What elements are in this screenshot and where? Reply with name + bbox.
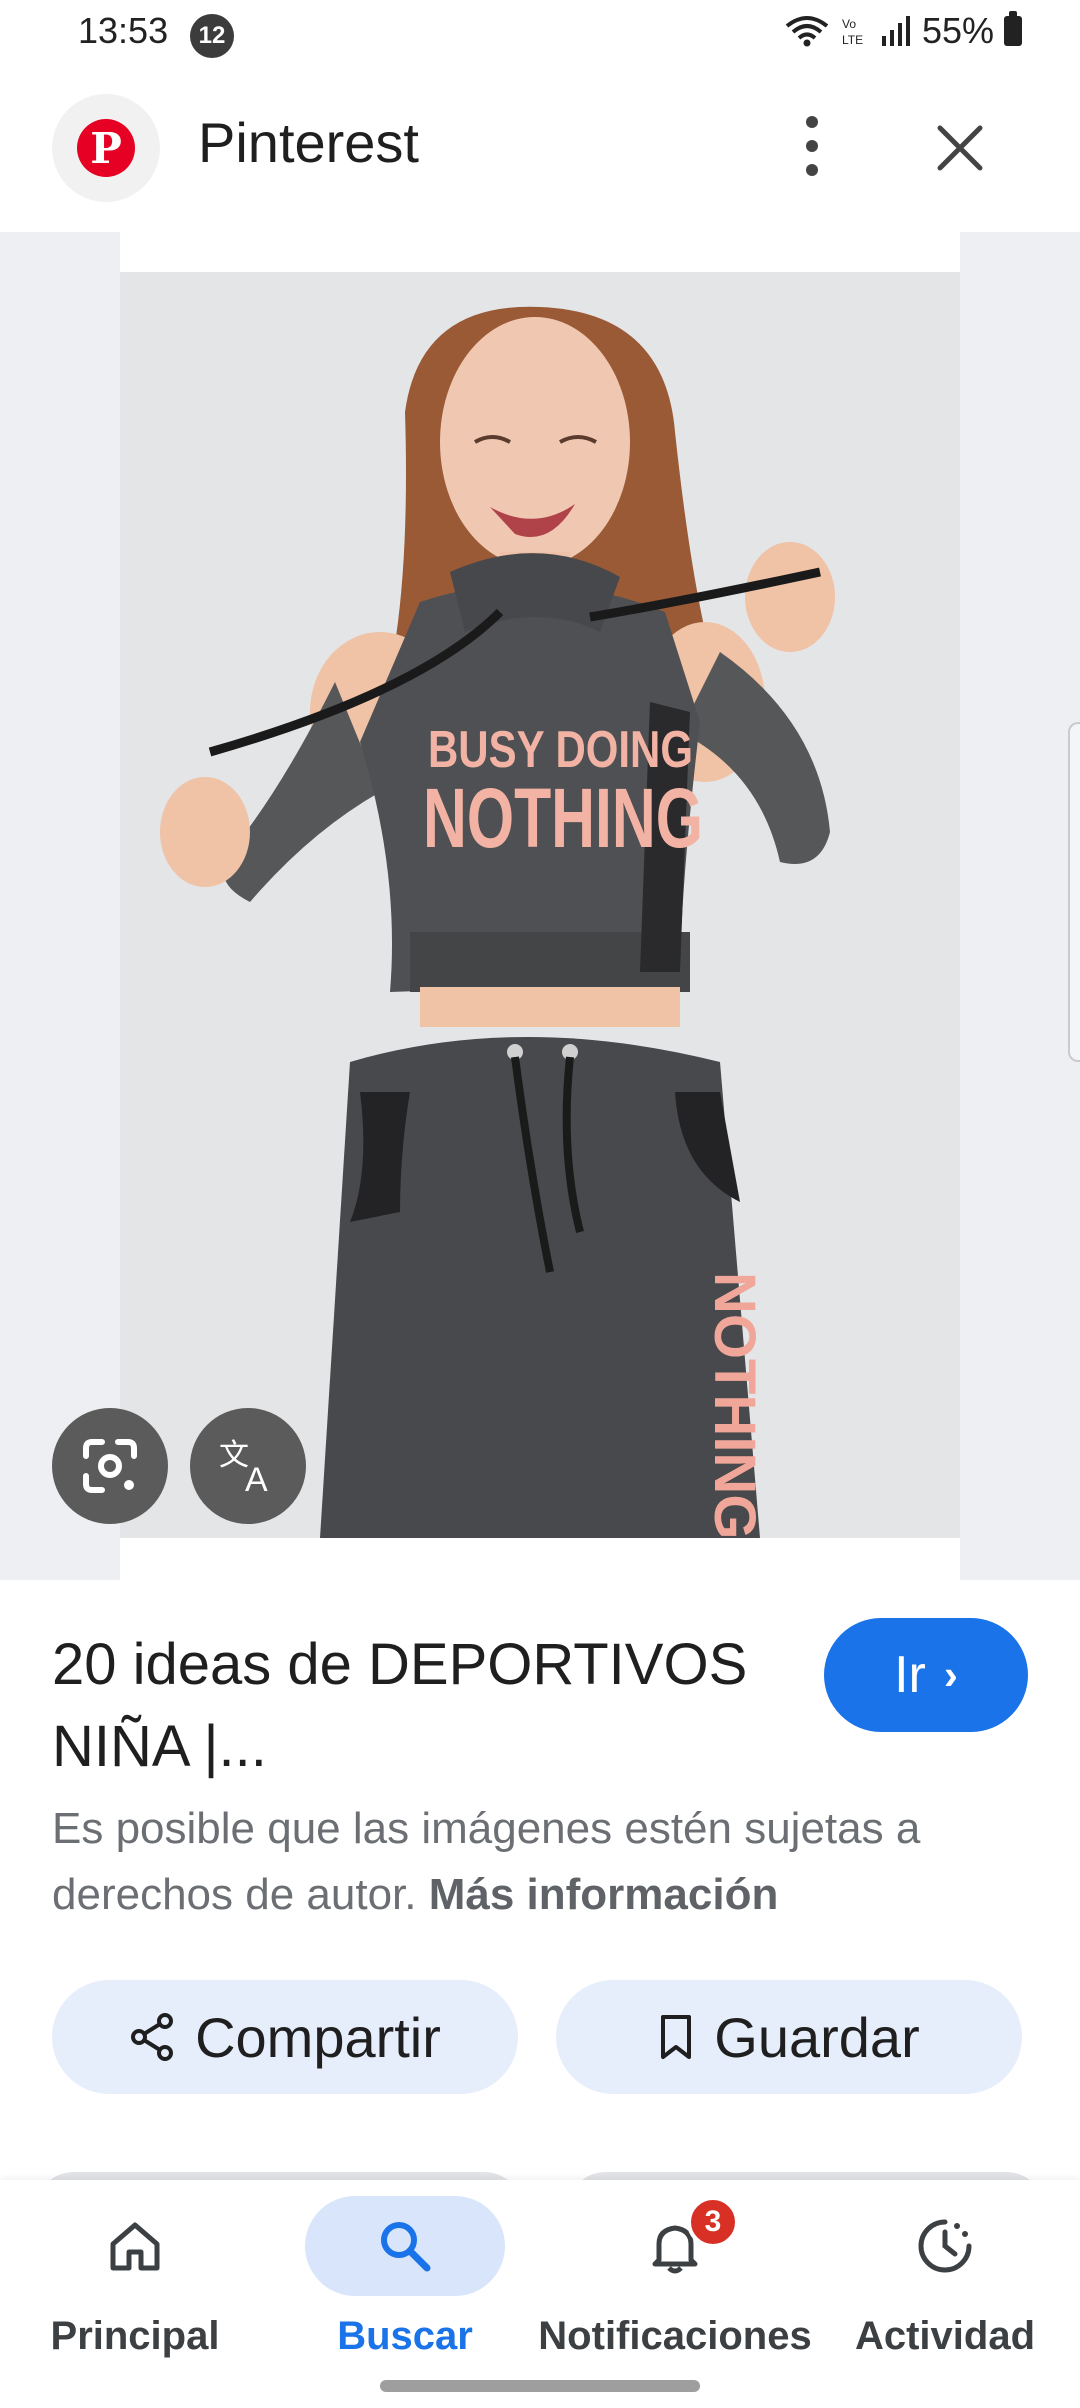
share-icon (131, 2013, 174, 2061)
image-viewer: BUSY DOING NOTHING NOTHING 文 A (0, 232, 1080, 1580)
save-label: Guardar (714, 2005, 920, 2069)
battery-icon (1004, 11, 1022, 46)
nav-icon-wrap (305, 2196, 505, 2296)
go-button[interactable]: Ir › (824, 1618, 1028, 1732)
bottom-navigation: Principal Buscar 3 Notificaciones Activi… (0, 2180, 1080, 2408)
translate-icon: 文 A (219, 1438, 268, 1499)
nav-label: Actividad (854, 2314, 1036, 2358)
notification-badge: 3 (687, 2196, 739, 2248)
notification-count-badge: 12 (190, 14, 234, 58)
nav-item-actividad[interactable]: Actividad (810, 2192, 1080, 2392)
result-title[interactable]: 20 ideas de DEPORTIVOS NIÑA |... (52, 1624, 772, 1788)
svg-text:A: A (245, 1461, 268, 1499)
go-button-label: Ir (894, 1646, 926, 1704)
nav-item-notificaciones[interactable]: 3 Notificaciones (538, 2192, 812, 2392)
nav-label: Buscar (337, 2314, 473, 2358)
app-title: Pinterest (198, 111, 419, 174)
close-icon[interactable] (930, 118, 990, 178)
bookmark-icon (661, 2015, 692, 2059)
pinterest-logo-icon: P (77, 119, 135, 177)
svg-text:LTE: LTE (842, 33, 863, 47)
battery-percent: 55% (921, 10, 994, 51)
chevron-right-icon: › (943, 1651, 958, 1698)
menu-dot (806, 116, 818, 128)
translate-button[interactable]: 文 A (190, 1408, 306, 1524)
app-header: P Pinterest (0, 80, 1080, 230)
save-button[interactable]: Guardar (556, 1980, 1022, 2094)
photo-illustration: BUSY DOING NOTHING NOTHING (120, 272, 960, 1538)
lens-button[interactable] (52, 1408, 168, 1524)
nav-item-buscar[interactable]: Buscar (270, 2192, 540, 2392)
share-button[interactable]: Compartir (52, 1980, 518, 2094)
status-bar: 13:53 12 Vo LTE 55% (0, 0, 1080, 70)
activity-icon (918, 2219, 972, 2273)
share-label: Compartir (195, 2005, 441, 2069)
nav-icon-wrap (845, 2196, 1045, 2296)
menu-dot (806, 164, 818, 176)
volte-icon: Vo LTE (842, 17, 863, 47)
side-scroll-handle[interactable] (1068, 722, 1080, 1062)
lens-icon (83, 1439, 137, 1493)
svg-text:Vo: Vo (842, 17, 856, 31)
result-info: 20 ideas de DEPORTIVOS NIÑA |... Ir › Es… (0, 1580, 1080, 2180)
shirt-text-line2: NOTHING (423, 771, 703, 865)
status-time: 13:53 (78, 10, 169, 51)
menu-dot (806, 140, 818, 152)
wifi-icon (785, 16, 829, 47)
nav-label: Notificaciones (538, 2314, 812, 2358)
home-indicator[interactable] (380, 2380, 700, 2392)
nav-item-principal[interactable]: Principal (0, 2192, 270, 2392)
copyright-notice: Es posible que las imágenes estén sujeta… (52, 1796, 1052, 1928)
nav-label: Principal (50, 2314, 220, 2358)
pinterest-logo[interactable]: P (52, 94, 160, 202)
more-options-icon[interactable] (790, 110, 834, 182)
nav-icon-wrap: 3 (575, 2196, 775, 2296)
home-icon (110, 2222, 160, 2271)
pants-text: NOTHING (702, 1272, 767, 1538)
more-info-link[interactable]: Más información (429, 1870, 779, 1919)
status-right: Vo LTE 55% (784, 10, 1022, 52)
result-image[interactable]: BUSY DOING NOTHING NOTHING (120, 272, 960, 1538)
signal-icon (881, 16, 910, 46)
nav-icon-wrap (35, 2196, 235, 2296)
search-icon (381, 2222, 431, 2272)
